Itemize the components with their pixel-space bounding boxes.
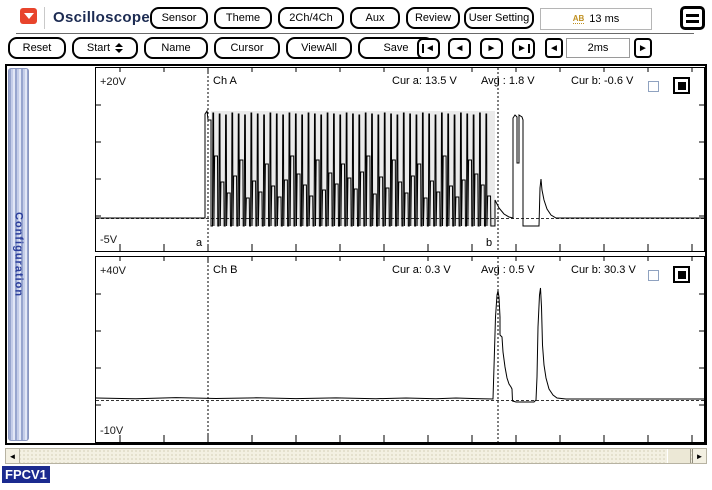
skip-start-icon — [422, 43, 435, 54]
viewall-button[interactable]: ViewAll — [286, 37, 352, 59]
channel-b-top-voltage-label: +40V — [100, 265, 126, 277]
timebase-increase-button[interactable] — [634, 38, 652, 58]
oscilloscope-app: Oscilloscope Sensor Theme 2Ch/4Ch Aux Re… — [0, 0, 712, 490]
sensor-button[interactable]: Sensor — [150, 7, 208, 29]
channel-a-top-voltage-label: +20V — [100, 76, 126, 88]
channel-b-panel[interactable]: +40V -10V Ch B Cur a: 0.3 V Avg : 0.5 V … — [95, 256, 705, 443]
channel-a-cursor-b-readout: Cur b: -0.6 V — [571, 75, 633, 87]
channel-b-checkbox[interactable] — [648, 270, 659, 281]
toolbar-separator — [16, 33, 694, 34]
cursor-time-readout: AB 13 ms — [540, 8, 652, 30]
channel-b-color-fill — [678, 271, 686, 279]
channel-b-cursor-a-readout: Cur a: 0.3 V — [392, 264, 451, 276]
skip-start-button[interactable] — [417, 38, 440, 59]
cursor-button[interactable]: Cursor — [214, 37, 280, 59]
channel-b-waveform — [96, 257, 704, 442]
cursor-b-label[interactable]: b — [486, 237, 492, 249]
spinner-down-icon — [115, 49, 123, 53]
menu-bar — [686, 14, 699, 17]
reset-button[interactable]: Reset — [8, 37, 66, 59]
step-back-button[interactable] — [448, 38, 471, 59]
channel-b-avg-readout: Avg : 0.5 V — [481, 264, 535, 276]
name-button[interactable]: Name — [144, 37, 208, 59]
divider — [44, 7, 45, 29]
start-button[interactable]: Start — [72, 37, 138, 59]
record-dropdown-icon[interactable] — [20, 8, 37, 24]
aux-button[interactable]: Aux — [350, 7, 400, 29]
menu-bar — [686, 20, 699, 23]
horizontal-scrollbar[interactable] — [5, 448, 707, 464]
step-back-icon — [455, 43, 465, 54]
channel-b-name: Ch B — [213, 264, 237, 276]
theme-button[interactable]: Theme — [214, 7, 272, 29]
channel-a-panel[interactable]: +20V -5V Ch A Cur a: 13.5 V Avg : 1.8 V … — [95, 67, 705, 252]
scrollbar-left-arrow-icon[interactable] — [6, 449, 20, 463]
channel-a-bottom-voltage-label: -5V — [100, 234, 117, 246]
channel-b-cursor-b-readout: Cur b: 30.3 V — [571, 264, 636, 276]
model-label[interactable]: FPCV1 — [2, 466, 50, 483]
spinner-up-icon — [115, 43, 123, 47]
user-setting-button[interactable]: User Setting — [464, 7, 534, 29]
channel-a-color-swatch[interactable] — [673, 77, 690, 94]
spinner-arrows-icon[interactable] — [115, 43, 123, 53]
channel-mode-button[interactable]: 2Ch/4Ch — [278, 7, 344, 29]
channel-b-color-swatch[interactable] — [673, 266, 690, 283]
configuration-tab-label: Configuration — [13, 212, 25, 297]
channel-b-bottom-voltage-label: -10V — [100, 425, 123, 437]
channel-a-name: Ch A — [213, 75, 237, 87]
channel-a-cursor-a-readout: Cur a: 13.5 V — [392, 75, 457, 87]
timebase-decrease-button[interactable] — [545, 38, 563, 58]
channel-a-color-fill — [678, 82, 686, 90]
skip-end-button[interactable] — [512, 38, 535, 59]
review-button[interactable]: Review — [406, 7, 460, 29]
skip-end-icon — [517, 43, 530, 54]
start-button-label: Start — [87, 42, 110, 54]
step-forward-button[interactable] — [480, 38, 503, 59]
arrow-left-icon — [549, 43, 559, 54]
step-forward-icon — [487, 43, 497, 54]
timebase-value-box[interactable]: 2ms — [566, 38, 630, 58]
app-title: Oscilloscope — [53, 9, 150, 26]
scrollbar-right-arrow-icon[interactable] — [692, 449, 706, 463]
channel-a-checkbox[interactable] — [648, 81, 659, 92]
menu-icon[interactable] — [680, 6, 705, 30]
channel-a-waveform — [96, 68, 704, 251]
timebase-value: 2ms — [588, 42, 609, 54]
ab-cursors-time-icon: AB — [573, 14, 585, 24]
arrow-right-icon — [638, 43, 648, 54]
configuration-tab[interactable]: Configuration — [8, 68, 29, 441]
down-triangle-icon — [24, 13, 34, 19]
scrollbar-thumb[interactable] — [667, 449, 691, 463]
cursor-time-value: 13 ms — [589, 13, 619, 25]
cursor-a-label[interactable]: a — [196, 237, 202, 249]
channel-a-avg-readout: Avg : 1.8 V — [481, 75, 535, 87]
